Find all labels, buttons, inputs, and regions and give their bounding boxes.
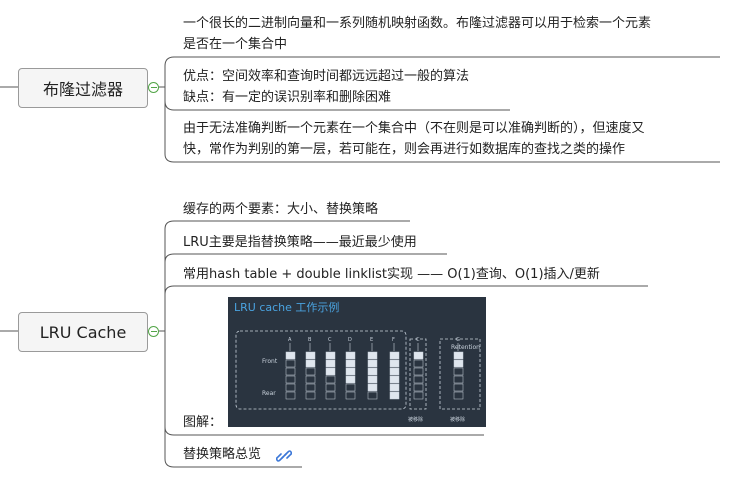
diagram-cell [345, 359, 356, 368]
diagram-cell [453, 375, 464, 384]
diagram-cell [413, 383, 424, 392]
diagram-cell [305, 391, 316, 400]
diagram-cell [305, 367, 316, 376]
diagram-cell [285, 367, 296, 376]
lru-policy-line: LRU主要是指替换策略——最近最少使用 [183, 235, 417, 250]
retention-label: Retention [451, 344, 480, 351]
diagram-cell [305, 351, 316, 360]
diagram-cell [453, 351, 464, 360]
diagram-cell [305, 375, 316, 384]
diagram-cell [305, 383, 316, 392]
diagram-col-label: C [328, 337, 332, 343]
diagram-cell [413, 359, 424, 368]
front-label: Front [262, 358, 278, 365]
diagram-cell [345, 391, 356, 400]
diagram-cell [345, 375, 356, 384]
replacement-overview-label: 替换策略总览 [183, 447, 262, 462]
diagram-col-label: F [392, 337, 395, 343]
lru-diagram-drawing: Front Rear Retention 被移除 被移除 A B C D E F C G [235, 330, 481, 423]
diagram-cell [367, 351, 378, 360]
diagram-col-label: C [416, 337, 420, 343]
diagram-col-label: E [370, 337, 373, 343]
diagram-cell [389, 367, 400, 376]
lru-implementation-node[interactable]: 常用hash table + double linklist实现 —— O(1)… [183, 264, 600, 285]
diagram-cell [453, 391, 464, 400]
diagram-cell [413, 391, 424, 400]
diagram-cell [389, 375, 400, 384]
diagram-cell [413, 351, 424, 360]
lru-cache-elements-line: 缓存的两个要素：大小、替换策略 [183, 202, 379, 217]
diagram-cell [389, 351, 400, 360]
diagram-cell [367, 375, 378, 384]
diagram-cell [413, 367, 424, 376]
diagram-cell [453, 367, 464, 376]
bloom-usage-line-1: 由于无法准确判断一个元素在一个集合中（不在则是可以准确判断的），但速度又 [183, 121, 645, 136]
bloom-usage-line-2: 快，常作为判别的第一层，若可能在，则会再进行如数据库的查找之类的操作 [183, 142, 626, 157]
diagram-cell [345, 383, 356, 392]
diagram-cell [325, 367, 336, 376]
bloom-usage-node[interactable]: 由于无法准确判断一个元素在一个集合中（不在则是可以准确判断的），但速度又 快，常… [183, 118, 645, 160]
link-icon[interactable] [276, 449, 292, 463]
diagram-col-label: D [348, 337, 352, 343]
lru-implementation-line: 常用hash table + double linklist实现 —— O(1)… [183, 267, 600, 282]
replacement-overview-node[interactable]: 替换策略总览 [183, 444, 261, 465]
diagram-cell [305, 359, 316, 368]
diagram-cell [453, 383, 464, 392]
diagram-cell [367, 383, 378, 392]
diagram-cell [285, 351, 296, 360]
bloom-definition-line-1: 一个很长的二进制向量和一系列随机映射函数。布隆过滤器可以用于检索一个元素 [183, 16, 652, 31]
bloom-definition-line-2: 是否在一个集合中 [183, 37, 288, 52]
diagram-cell [325, 359, 336, 368]
diagram-cell [325, 375, 336, 384]
diagram-cell [345, 367, 356, 376]
lru-diagram-node[interactable]: 图解： [183, 412, 222, 433]
bloom-pros-line: 优点：空间效率和查询时间都远远超过一般的算法 [183, 69, 470, 84]
collapse-minus-icon[interactable] [148, 82, 159, 93]
topic-lru-cache[interactable]: LRU Cache [18, 312, 148, 352]
diagram-cell [367, 359, 378, 368]
topic-lru-cache-label: LRU Cache [39, 322, 127, 342]
diagram-cell [285, 383, 296, 392]
lru-cache-elements-node[interactable]: 缓存的两个要素：大小、替换策略 [183, 199, 378, 220]
evicted-label: 被移除 [408, 416, 423, 423]
diagram-cell [325, 391, 336, 400]
diagram-cell [325, 351, 336, 360]
diagram-col-label: B [308, 337, 312, 343]
diagram-col-label: A [288, 337, 292, 343]
diagram-cell [367, 367, 378, 376]
bloom-cons-line: 缺点：有一定的误识别率和删除困难 [183, 90, 392, 105]
diagram-cell [325, 383, 336, 392]
diagram-cell [345, 351, 356, 360]
diagram-cell [389, 383, 400, 392]
diagram-cell [413, 375, 424, 384]
topic-bloom-filter[interactable]: 布隆过滤器 [18, 68, 148, 108]
diagram-cell [389, 391, 400, 400]
lru-diagram-label: 图解： [183, 415, 223, 430]
lru-policy-node[interactable]: LRU主要是指替换策略——最近最少使用 [183, 232, 417, 253]
evicted-label-2: 被移除 [450, 416, 465, 423]
bloom-definition-node[interactable]: 一个很长的二进制向量和一系列随机映射函数。布隆过滤器可以用于检索一个元素 是否在… [183, 13, 651, 55]
diagram-cell [389, 359, 400, 368]
diagram-cell [285, 359, 296, 368]
collapse-minus-icon[interactable] [148, 326, 159, 337]
diagram-cell [453, 359, 464, 368]
bloom-pros-cons-node[interactable]: 优点：空间效率和查询时间都远远超过一般的算法 缺点：有一定的误识别率和删除困难 [183, 66, 469, 108]
diagram-cell [285, 375, 296, 384]
diagram-cell [367, 391, 378, 400]
diagram-col-label: G [456, 337, 460, 343]
topic-bloom-filter-label: 布隆过滤器 [42, 80, 123, 99]
rear-label: Rear [262, 390, 276, 397]
diagram-cell [285, 391, 296, 400]
lru-diagram-image: LRU cache 工作示例 Front Rear Retention 被移除 … [228, 297, 486, 427]
